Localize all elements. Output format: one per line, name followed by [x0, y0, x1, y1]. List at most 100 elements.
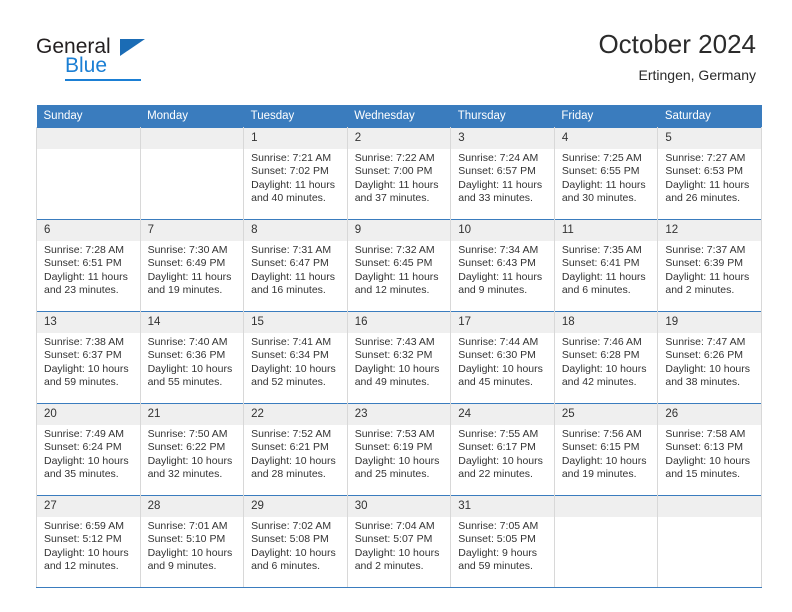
day-cell[interactable]: 3 Sunrise: 7:24 AM Sunset: 6:57 PM Dayli… — [450, 127, 555, 220]
sunset-text: Sunset: 6:37 PM — [44, 349, 122, 362]
calendar-week-row: 6 Sunrise: 7:28 AM Sunset: 6:51 PM Dayli… — [36, 219, 762, 312]
day-cell[interactable]: 17 Sunrise: 7:44 AM Sunset: 6:30 PM Dayl… — [450, 311, 555, 404]
weekday-header-wednesday: Wednesday — [347, 105, 451, 128]
day-cell[interactable]: 20 Sunrise: 7:49 AM Sunset: 6:24 PM Dayl… — [36, 403, 141, 496]
sunset-text: Sunset: 6:19 PM — [354, 441, 433, 454]
day-details: Sunrise: 7:27 AM Sunset: 6:53 PM Dayligh… — [658, 149, 761, 206]
day-number: 29 — [244, 496, 347, 517]
sunrise-text: Sunrise: 7:50 AM — [147, 428, 228, 440]
day-cell[interactable] — [553, 495, 659, 588]
day-cell[interactable]: 14 Sunrise: 7:40 AM Sunset: 6:36 PM Dayl… — [139, 311, 245, 404]
day-details: Sunrise: 7:32 AM Sunset: 6:45 PM Dayligh… — [348, 241, 451, 298]
sunset-text: Sunset: 6:21 PM — [251, 441, 329, 454]
day-number: 12 — [658, 220, 761, 241]
day-details: Sunrise: 7:21 AM Sunset: 7:02 PM Dayligh… — [244, 149, 347, 206]
day-number: 20 — [37, 404, 140, 425]
day-details: Sunrise: 7:55 AM Sunset: 6:17 PM Dayligh… — [451, 425, 554, 482]
day-cell[interactable]: 26 Sunrise: 7:58 AM Sunset: 6:13 PM Dayl… — [657, 403, 762, 496]
day-cell[interactable]: 11 Sunrise: 7:35 AM Sunset: 6:41 PM Dayl… — [553, 219, 659, 312]
sunset-text: Sunset: 5:10 PM — [147, 533, 226, 546]
day-cell[interactable] — [36, 127, 141, 220]
day-cell[interactable]: 9 Sunrise: 7:32 AM Sunset: 6:45 PM Dayli… — [346, 219, 452, 312]
sunrise-text: Sunrise: 7:56 AM — [561, 428, 642, 440]
day-number — [554, 496, 658, 517]
day-cell[interactable]: 28 Sunrise: 7:01 AM Sunset: 5:10 PM Dayl… — [139, 495, 245, 588]
sunset-text: Sunset: 6:45 PM — [354, 257, 433, 270]
day-cell[interactable] — [657, 495, 762, 588]
day-cell[interactable]: 12 Sunrise: 7:37 AM Sunset: 6:39 PM Dayl… — [657, 219, 762, 312]
day-number: 18 — [554, 312, 658, 333]
day-cell[interactable]: 5 Sunrise: 7:27 AM Sunset: 6:53 PM Dayli… — [657, 127, 762, 220]
general-blue-logo[interactable]: General Blue — [36, 36, 156, 88]
title-block: October 2024 Ertingen, Germany — [598, 28, 756, 86]
day-number: 7 — [140, 220, 244, 241]
sunset-text: Sunset: 7:00 PM — [354, 165, 433, 178]
sunrise-text: Sunrise: 7:40 AM — [147, 336, 228, 348]
daylight-text: Daylight: 11 hours and 37 minutes. — [354, 178, 439, 205]
day-cell[interactable]: 13 Sunrise: 7:38 AM Sunset: 6:37 PM Dayl… — [36, 311, 141, 404]
day-number — [658, 496, 761, 517]
day-number: 24 — [451, 404, 554, 425]
sunset-text: Sunset: 6:15 PM — [561, 441, 640, 454]
day-cell[interactable]: 15 Sunrise: 7:41 AM Sunset: 6:34 PM Dayl… — [243, 311, 348, 404]
day-cell[interactable]: 29 Sunrise: 7:02 AM Sunset: 5:08 PM Dayl… — [243, 495, 348, 588]
day-cell[interactable] — [139, 127, 245, 220]
day-cell[interactable]: 23 Sunrise: 7:53 AM Sunset: 6:19 PM Dayl… — [346, 403, 452, 496]
logo-underline — [65, 79, 141, 81]
day-number: 2 — [347, 128, 451, 149]
sunrise-text: Sunrise: 7:21 AM — [251, 152, 332, 164]
daylight-text: Daylight: 10 hours and 28 minutes. — [251, 454, 336, 481]
day-number — [140, 128, 244, 149]
daylight-text: Daylight: 11 hours and 26 minutes. — [665, 178, 750, 205]
daylight-text: Daylight: 10 hours and 2 minutes. — [354, 546, 440, 573]
day-cell[interactable]: 30 Sunrise: 7:04 AM Sunset: 5:07 PM Dayl… — [346, 495, 452, 588]
sunrise-text: Sunrise: 7:31 AM — [251, 244, 332, 256]
day-number: 15 — [244, 312, 347, 333]
daylight-text: Daylight: 10 hours and 6 minutes. — [251, 546, 336, 573]
day-cell[interactable]: 1 Sunrise: 7:21 AM Sunset: 7:02 PM Dayli… — [243, 127, 348, 220]
day-number: 22 — [244, 404, 347, 425]
day-details: Sunrise: 7:49 AM Sunset: 6:24 PM Dayligh… — [37, 425, 140, 482]
day-cell[interactable]: 24 Sunrise: 7:55 AM Sunset: 6:17 PM Dayl… — [450, 403, 555, 496]
daylight-text: Daylight: 9 hours and 59 minutes. — [458, 546, 538, 573]
day-cell[interactable]: 31 Sunrise: 7:05 AM Sunset: 5:05 PM Dayl… — [450, 495, 555, 588]
calendar-grid: Sunday Monday Tuesday Wednesday Thursday… — [36, 105, 762, 588]
day-cell[interactable]: 6 Sunrise: 7:28 AM Sunset: 6:51 PM Dayli… — [36, 219, 141, 312]
sunset-text: Sunset: 6:36 PM — [147, 349, 226, 362]
day-cell[interactable]: 4 Sunrise: 7:25 AM Sunset: 6:55 PM Dayli… — [553, 127, 659, 220]
day-cell[interactable]: 16 Sunrise: 7:43 AM Sunset: 6:32 PM Dayl… — [346, 311, 452, 404]
day-cell[interactable]: 7 Sunrise: 7:30 AM Sunset: 6:49 PM Dayli… — [139, 219, 245, 312]
day-cell[interactable]: 2 Sunrise: 7:22 AM Sunset: 7:00 PM Dayli… — [346, 127, 452, 220]
daylight-text: Daylight: 11 hours and 6 minutes. — [561, 270, 646, 297]
logo-text-blue: Blue — [65, 54, 108, 77]
day-number: 16 — [347, 312, 451, 333]
daylight-text: Daylight: 10 hours and 25 minutes. — [354, 454, 440, 481]
weekday-header-friday: Friday — [554, 105, 658, 128]
daylight-text: Daylight: 10 hours and 49 minutes. — [354, 362, 440, 389]
day-cell[interactable]: 27 Sunrise: 6:59 AM Sunset: 5:12 PM Dayl… — [36, 495, 141, 588]
sunset-text: Sunset: 6:41 PM — [561, 257, 640, 270]
sunrise-text: Sunrise: 6:59 AM — [44, 520, 124, 532]
day-cell[interactable]: 8 Sunrise: 7:31 AM Sunset: 6:47 PM Dayli… — [243, 219, 348, 312]
sunrise-text: Sunrise: 7:41 AM — [251, 336, 332, 348]
day-number: 6 — [37, 220, 140, 241]
day-number: 8 — [244, 220, 347, 241]
day-cell[interactable]: 10 Sunrise: 7:34 AM Sunset: 6:43 PM Dayl… — [450, 219, 555, 312]
day-number: 13 — [37, 312, 140, 333]
day-cell[interactable]: 19 Sunrise: 7:47 AM Sunset: 6:26 PM Dayl… — [657, 311, 762, 404]
calendar-week-row: 27 Sunrise: 6:59 AM Sunset: 5:12 PM Dayl… — [36, 495, 762, 588]
daylight-text: Daylight: 10 hours and 55 minutes. — [147, 362, 233, 389]
day-number: 31 — [451, 496, 554, 517]
day-cell[interactable]: 21 Sunrise: 7:50 AM Sunset: 6:22 PM Dayl… — [139, 403, 245, 496]
daylight-text: Daylight: 10 hours and 42 minutes. — [561, 362, 647, 389]
day-cell[interactable]: 22 Sunrise: 7:52 AM Sunset: 6:21 PM Dayl… — [243, 403, 348, 496]
sunrise-text: Sunrise: 7:52 AM — [251, 428, 332, 440]
daylight-text: Daylight: 10 hours and 38 minutes. — [665, 362, 751, 389]
day-cell[interactable]: 18 Sunrise: 7:46 AM Sunset: 6:28 PM Dayl… — [553, 311, 659, 404]
sunrise-text: Sunrise: 7:28 AM — [44, 244, 124, 256]
sunrise-text: Sunrise: 7:22 AM — [354, 152, 435, 164]
day-cell[interactable]: 25 Sunrise: 7:56 AM Sunset: 6:15 PM Dayl… — [553, 403, 659, 496]
daylight-text: Daylight: 11 hours and 30 minutes. — [561, 178, 646, 205]
sunset-text: Sunset: 6:32 PM — [354, 349, 433, 362]
daylight-text: Daylight: 10 hours and 52 minutes. — [251, 362, 336, 389]
